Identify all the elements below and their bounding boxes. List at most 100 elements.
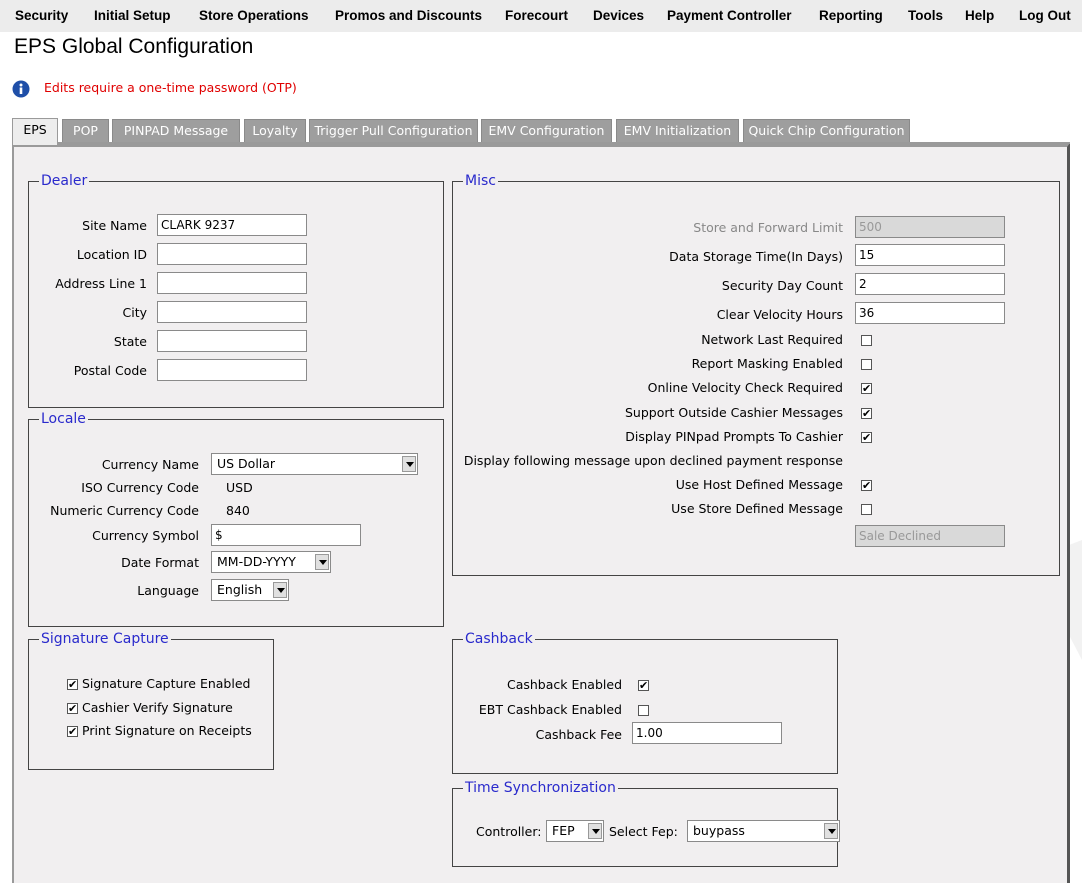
- network-last-required-checkbox[interactable]: [861, 335, 872, 346]
- use-store-defined-message-checkbox[interactable]: [861, 504, 872, 515]
- currency-name-select[interactable]: US Dollar: [211, 453, 418, 475]
- support-outside-cashier-messages-label: Support Outside Cashier Messages: [624, 405, 843, 420]
- tab-quick-chip-configuration[interactable]: Quick Chip Configuration: [743, 119, 910, 143]
- chevron-down-icon: [588, 823, 602, 839]
- signature-capture-group: Signature Capture ✔ Signature Capture En…: [28, 630, 274, 770]
- currency-name-label: Currency Name: [101, 457, 199, 472]
- address-line-1-label: Address Line 1: [55, 276, 147, 291]
- clear-velocity-hours-input[interactable]: 36: [855, 302, 1005, 324]
- misc-legend: Misc: [463, 172, 498, 190]
- chevron-down-icon: [273, 582, 287, 598]
- signature-capture-enabled-label: Signature Capture Enabled: [82, 676, 251, 691]
- menu-reporting[interactable]: Reporting: [819, 8, 883, 23]
- iso-currency-code-label: ISO Currency Code: [81, 480, 199, 495]
- store-and-forward-limit-label: Store and Forward Limit: [693, 220, 843, 235]
- signature-capture-legend: Signature Capture: [39, 630, 171, 648]
- cashback-group: Cashback Cashback Enabled ✔ EBT Cashback…: [452, 630, 838, 774]
- page-title: EPS Global Configuration: [14, 35, 254, 58]
- tab-eps[interactable]: EPS: [12, 118, 58, 145]
- tab-emv-configuration[interactable]: EMV Configuration: [481, 119, 612, 143]
- controller-label: Controller:: [476, 824, 542, 839]
- controller-value: FEP: [552, 823, 575, 838]
- tab-strip-divider: [12, 142, 1070, 144]
- ebt-cashback-enabled-checkbox[interactable]: [638, 705, 649, 716]
- chevron-down-icon: [315, 554, 329, 570]
- cashback-enabled-label: Cashback Enabled: [506, 677, 622, 692]
- menu-help[interactable]: Help: [965, 8, 994, 23]
- menu-initial-setup[interactable]: Initial Setup: [94, 8, 171, 23]
- cashier-verify-signature-label: Cashier Verify Signature: [82, 700, 233, 715]
- state-input[interactable]: [157, 330, 307, 352]
- support-outside-cashier-messages-checkbox[interactable]: ✔: [861, 408, 872, 419]
- date-format-value: MM-DD-YYYY: [217, 554, 296, 569]
- address-line-1-input[interactable]: [157, 272, 307, 294]
- menu-tools[interactable]: Tools: [908, 8, 943, 23]
- locale-legend: Locale: [39, 410, 88, 428]
- use-host-defined-message-checkbox[interactable]: ✔: [861, 480, 872, 491]
- clear-velocity-hours-label: Clear Velocity Hours: [716, 307, 843, 322]
- tab-emv-initialization[interactable]: EMV Initialization: [616, 119, 739, 143]
- store-defined-message-input[interactable]: Sale Declined: [855, 525, 1005, 547]
- chevron-down-icon: [824, 823, 838, 839]
- use-store-defined-message-label: Use Store Defined Message: [671, 501, 843, 516]
- date-format-select[interactable]: MM-DD-YYYY: [211, 551, 331, 573]
- time-synchronization-legend: Time Synchronization: [463, 779, 618, 797]
- report-masking-enabled-label: Report Masking Enabled: [691, 356, 843, 371]
- top-menu-bar: Security Initial Setup Store Operations …: [0, 0, 1082, 32]
- chevron-down-icon: [402, 456, 416, 472]
- menu-logout[interactable]: Log Out: [1019, 8, 1071, 23]
- info-icon: [12, 80, 30, 98]
- select-fep-label: Select Fep:: [609, 824, 678, 839]
- print-signature-on-receipts-checkbox[interactable]: ✔: [67, 726, 78, 737]
- numeric-currency-code-value: 840: [226, 503, 250, 518]
- menu-promos-and-discounts[interactable]: Promos and Discounts: [335, 8, 482, 23]
- city-input[interactable]: [157, 301, 307, 323]
- online-velocity-check-checkbox[interactable]: ✔: [861, 383, 872, 394]
- dealer-legend: Dealer: [39, 172, 90, 190]
- display-pinpad-prompts-label: Display PINpad Prompts To Cashier: [625, 429, 843, 444]
- controller-select[interactable]: FEP: [546, 820, 604, 842]
- language-value: English: [217, 582, 263, 597]
- locale-group: Locale Currency Name US Dollar ISO Curre…: [28, 410, 444, 627]
- print-signature-on-receipts-label: Print Signature on Receipts: [82, 723, 252, 738]
- network-last-required-label: Network Last Required: [701, 332, 843, 347]
- store-and-forward-limit-input[interactable]: 500: [855, 216, 1005, 238]
- language-label: Language: [137, 583, 199, 598]
- otp-warning-message: Edits require a one-time password (OTP): [44, 80, 297, 95]
- language-select[interactable]: English: [211, 579, 289, 601]
- time-synchronization-group: Time Synchronization Controller: FEP Sel…: [452, 779, 840, 867]
- online-velocity-check-label: Online Velocity Check Required: [647, 380, 843, 395]
- site-name-input[interactable]: CLARK 9237: [157, 214, 307, 236]
- select-fep-select[interactable]: buypass: [687, 820, 840, 842]
- currency-symbol-label: Currency Symbol: [92, 528, 199, 543]
- date-format-label: Date Format: [121, 555, 199, 570]
- security-day-count-input[interactable]: 2: [855, 273, 1005, 295]
- iso-currency-code-value: USD: [226, 480, 253, 495]
- cashback-enabled-checkbox[interactable]: ✔: [638, 680, 649, 691]
- security-day-count-label: Security Day Count: [721, 278, 843, 293]
- signature-capture-enabled-checkbox[interactable]: ✔: [67, 679, 78, 690]
- tab-trigger-pull-configuration[interactable]: Trigger Pull Configuration: [309, 119, 478, 143]
- menu-devices[interactable]: Devices: [593, 8, 644, 23]
- dealer-group: Dealer Site Name CLARK 9237 Location ID …: [28, 172, 444, 408]
- city-label: City: [122, 305, 148, 320]
- cashback-fee-input[interactable]: 1.00: [632, 722, 782, 744]
- tab-loyalty[interactable]: Loyalty: [244, 119, 306, 143]
- display-pinpad-prompts-checkbox[interactable]: ✔: [861, 432, 872, 443]
- tab-pinpad-message[interactable]: PINPAD Message: [112, 119, 240, 143]
- data-storage-time-label: Data Storage Time(In Days): [669, 249, 843, 264]
- menu-payment-controller[interactable]: Payment Controller: [667, 8, 792, 23]
- declined-message-note: Display following message upon declined …: [463, 453, 843, 468]
- menu-security[interactable]: Security: [15, 8, 68, 23]
- location-id-input[interactable]: [157, 243, 307, 265]
- menu-forecourt[interactable]: Forecourt: [505, 8, 568, 23]
- postal-code-input[interactable]: [157, 359, 307, 381]
- report-masking-enabled-checkbox[interactable]: [861, 359, 872, 370]
- site-name-label: Site Name: [82, 218, 147, 233]
- currency-symbol-input[interactable]: $: [211, 524, 361, 546]
- tab-pop[interactable]: POP: [62, 119, 109, 143]
- menu-store-operations[interactable]: Store Operations: [199, 8, 309, 23]
- data-storage-time-input[interactable]: 15: [855, 244, 1005, 266]
- numeric-currency-code-label: Numeric Currency Code: [50, 503, 199, 518]
- cashier-verify-signature-checkbox[interactable]: ✔: [67, 703, 78, 714]
